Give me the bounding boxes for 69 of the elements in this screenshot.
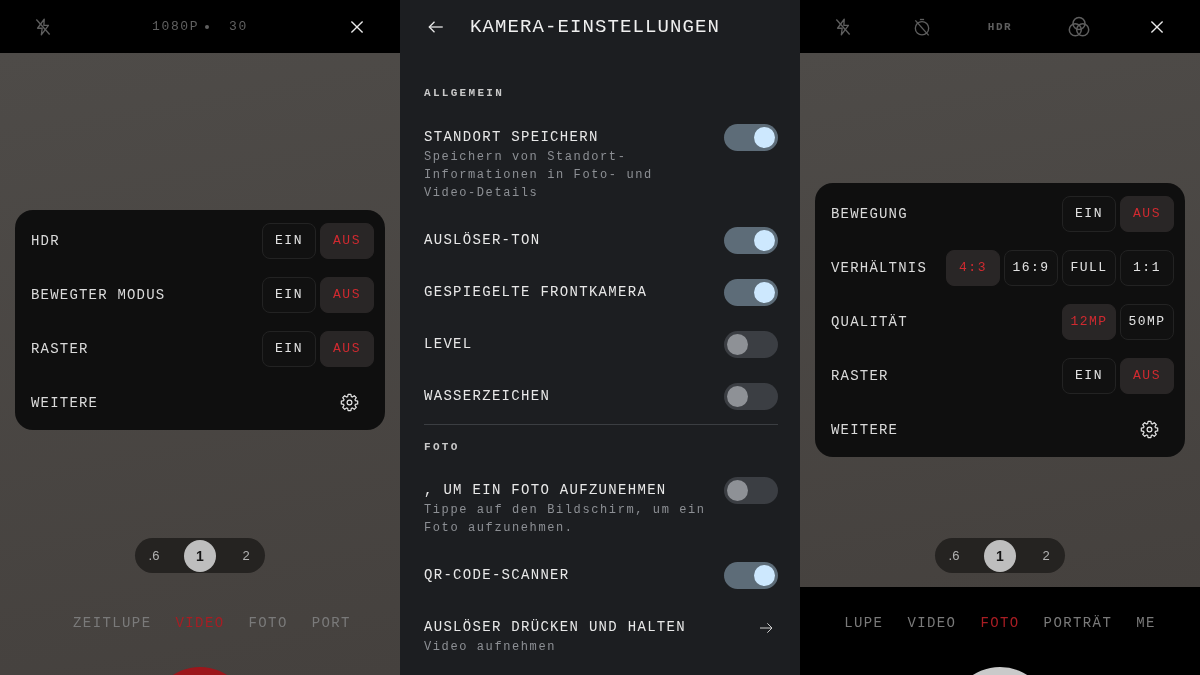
camera-mode-tab[interactable]: PORTRÄT (1043, 613, 1113, 633)
toggle-switch[interactable] (724, 562, 778, 589)
setting-label: WEITERE (831, 420, 899, 439)
close-icon[interactable] (1149, 18, 1165, 35)
setting-label: BEWEGUNG (831, 204, 908, 223)
option-button[interactable]: AUS (1120, 357, 1174, 394)
option-button[interactable]: FULL (1062, 249, 1116, 286)
section-heading: ALLGEMEIN (424, 86, 505, 101)
option-button[interactable]: 50MP (1120, 303, 1174, 340)
setting-title: WASSERZEICHEN (424, 386, 551, 406)
setting-title: STANDORT SPEICHERN (424, 127, 599, 147)
zoom-level-button[interactable]: 1 (184, 539, 216, 572)
setting-title: QR-CODE-SCANNER (424, 566, 570, 585)
option-button[interactable]: EIN (1062, 357, 1116, 394)
zoom-level-button[interactable]: 2 (1030, 539, 1062, 572)
setting-title: AUSLÖSER-TON (424, 230, 541, 250)
option-button[interactable]: 16:9 (1004, 249, 1058, 286)
option-button[interactable]: 4:3 (946, 249, 1000, 286)
setting-title: , UM EIN FOTO AUFZUNEHMEN (424, 481, 667, 500)
gear-icon[interactable] (340, 393, 359, 412)
option-button[interactable]: EIN (262, 276, 316, 313)
setting-label: WEITERE (31, 393, 99, 412)
setting-label: RASTER (831, 366, 889, 385)
toggle-switch[interactable] (724, 382, 778, 410)
camera-mode-tab[interactable]: ME (1136, 613, 1156, 633)
setting-label: HDR (31, 231, 60, 250)
camera-mode-tab[interactable]: VIDEO (907, 613, 957, 633)
setting-title: LEVEL (424, 334, 473, 354)
close-icon[interactable] (349, 18, 365, 35)
setting-description: Video aufnehmen (424, 639, 557, 656)
option-button[interactable]: EIN (262, 330, 316, 367)
section-heading: FOTO (424, 439, 460, 455)
shutter-button[interactable] (972, 667, 1028, 675)
setting-description: Speichern von Standort-Informationen in Foto- und Video-Details (424, 148, 654, 202)
option-button[interactable]: EIN (1062, 195, 1116, 232)
gear-icon[interactable] (1140, 420, 1159, 439)
resolution-label[interactable]: 1080P (152, 18, 200, 35)
setting-title: AUSLÖSER DRÜCKEN UND HALTEN (424, 618, 686, 637)
setting-label: VERHÄLTNIS (831, 258, 927, 277)
option-button[interactable]: AUS (320, 276, 374, 313)
overlapping-circles-icon[interactable] (1066, 14, 1091, 39)
option-button[interactable]: AUS (320, 330, 374, 367)
zoom-level-button[interactable]: .6 (138, 539, 170, 572)
toggle-switch[interactable] (724, 278, 778, 306)
option-button[interactable]: 1:1 (1120, 249, 1174, 286)
hdr-toggle[interactable]: HDR (987, 19, 1013, 34)
flash-off-icon[interactable] (33, 16, 53, 37)
zoom-level-button[interactable]: 2 (230, 539, 262, 572)
flash-off-icon[interactable] (833, 16, 853, 37)
option-button[interactable]: AUS (1120, 195, 1174, 232)
screen-title: KAMERA-EINSTELLUNGEN (470, 14, 721, 39)
setting-label: QUALITÄT (831, 312, 908, 331)
option-button[interactable]: 12MP (1062, 303, 1116, 340)
zoom-level-button[interactable]: 1 (984, 539, 1016, 572)
setting-label: RASTER (31, 339, 89, 358)
option-button[interactable]: EIN (262, 222, 316, 259)
setting-description: Tippe auf den Bildschirm, um ein Foto aufzunehmen. (424, 502, 707, 537)
camera-mode-tab[interactable]: FOTO (980, 613, 1020, 633)
camera-mode-tab[interactable]: LUPE (844, 613, 884, 633)
separator-dot-icon (205, 24, 210, 29)
toggle-switch[interactable] (724, 330, 778, 358)
toggle-switch[interactable] (724, 226, 778, 254)
toggle-switch[interactable] (724, 123, 778, 151)
setting-title: GESPIEGELTE FRONTKAMERA (424, 282, 648, 302)
option-button[interactable]: AUS (320, 222, 374, 259)
setting-label: BEWEGTER MODUS (31, 285, 166, 304)
frame-rate-label[interactable]: 30 (229, 18, 248, 35)
toggle-switch[interactable] (724, 477, 778, 504)
zoom-level-button[interactable]: .6 (938, 539, 970, 572)
